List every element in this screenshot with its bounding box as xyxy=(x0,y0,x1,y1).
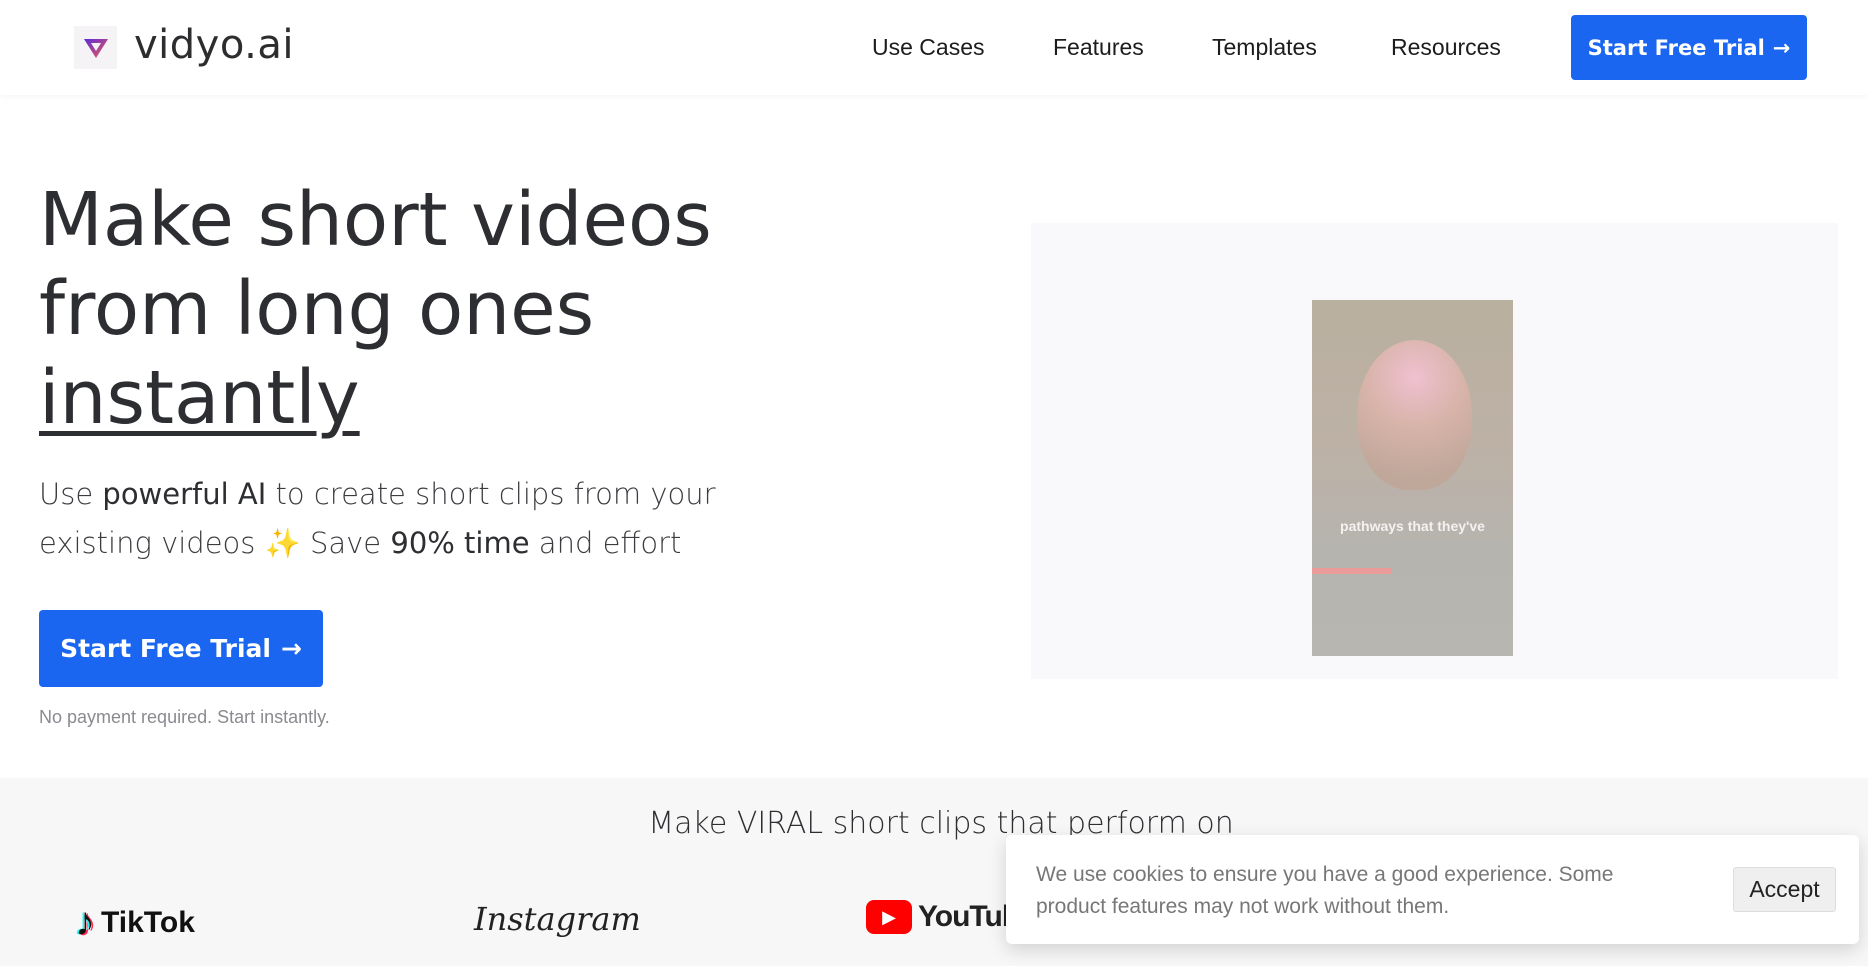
cookie-text: We use cookies to ensure you have a good… xyxy=(1036,863,1614,918)
tiktok-logo: ♪ TikTok xyxy=(75,900,195,945)
header-start-free-trial-button[interactable]: Start Free Trial → xyxy=(1571,15,1807,80)
video-caption: pathways that they've xyxy=(1340,518,1485,534)
youtube-label: YouTube xyxy=(918,900,1006,933)
video-frame-image xyxy=(1357,340,1472,490)
hero-cta-label: Start Free Trial xyxy=(60,634,271,663)
sub-text: Use xyxy=(39,477,103,511)
tiktok-label: TikTok xyxy=(101,905,195,939)
accept-cookies-button[interactable]: Accept xyxy=(1733,867,1836,912)
arrow-right-icon: → xyxy=(280,634,302,663)
title-line-3: instantly xyxy=(39,355,360,441)
tiktok-icon: ♪ xyxy=(75,900,95,944)
header-cta-label: Start Free Trial xyxy=(1587,35,1765,60)
arrow-right-icon: → xyxy=(1772,35,1791,60)
nav-templates[interactable]: Templates xyxy=(1212,34,1317,61)
brand-name[interactable]: vidyo.ai xyxy=(134,22,294,68)
cookie-banner: We use cookies to ensure you have a good… xyxy=(1006,835,1859,944)
demo-video[interactable]: pathways that they've xyxy=(1312,300,1513,656)
instagram-logo: Instagram xyxy=(474,900,641,938)
nav-resources[interactable]: Resources xyxy=(1391,34,1501,61)
sub-text: and effort xyxy=(529,526,682,560)
title-line-1: Make short videos xyxy=(39,177,712,263)
sub-highlight: powerful AI xyxy=(102,477,267,511)
hero-title: Make short videos from long ones instant… xyxy=(39,176,712,443)
hero-subtitle: Use powerful AI to create short clips fr… xyxy=(39,470,799,568)
title-line-2: from long ones xyxy=(39,266,595,352)
sub-highlight: 90% time xyxy=(390,526,530,560)
sparkles-icon: ✨ xyxy=(264,526,301,560)
vidyo-logo-icon[interactable] xyxy=(74,26,117,69)
nav-use-cases[interactable]: Use Cases xyxy=(872,34,984,61)
hero-start-free-trial-button[interactable]: Start Free Trial → xyxy=(39,610,323,687)
no-payment-note: No payment required. Start instantly. xyxy=(39,707,330,727)
youtube-play-icon: ▶ xyxy=(866,900,912,934)
nav-features[interactable]: Features xyxy=(1053,34,1144,61)
video-progress-bar xyxy=(1312,568,1393,574)
instagram-label: Instagram xyxy=(474,900,641,938)
sub-text: Save xyxy=(300,526,391,560)
site-header: vidyo.ai Use Cases Features Templates Re… xyxy=(0,0,1868,95)
youtube-logo: ▶ YouTube xyxy=(866,900,1006,934)
